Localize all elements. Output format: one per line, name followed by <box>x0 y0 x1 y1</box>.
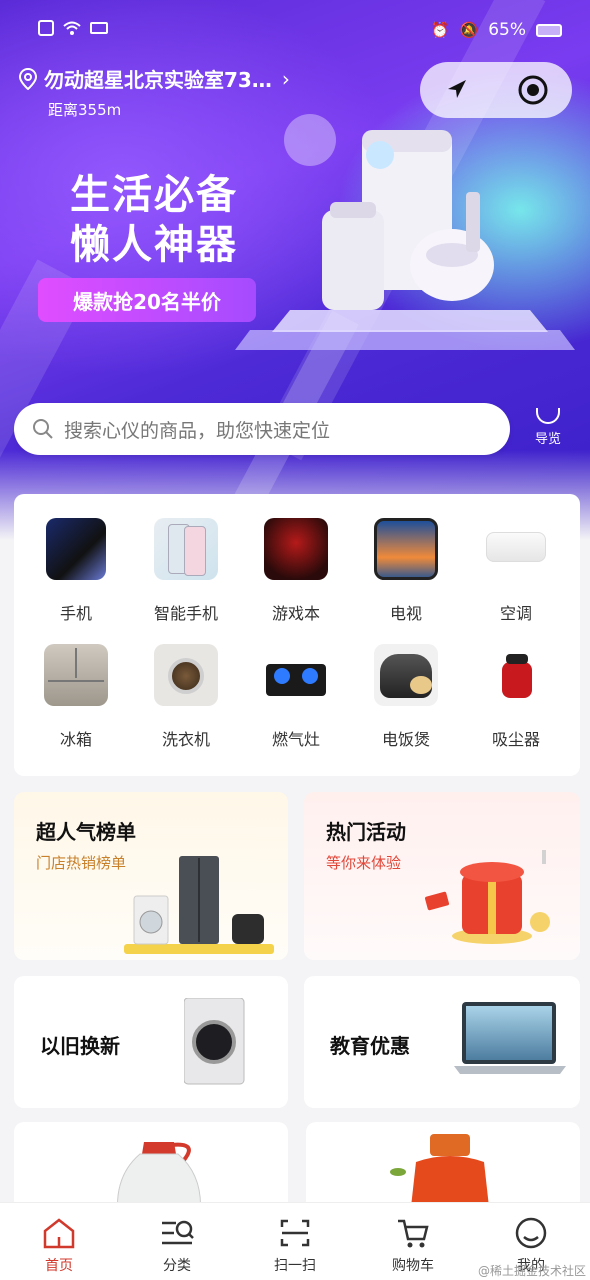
nav-scan[interactable]: 扫一扫 <box>236 1203 354 1280</box>
gaming-laptop-icon <box>264 518 328 580</box>
sim-icon <box>38 20 54 36</box>
guide-button[interactable]: 导览 <box>526 408 570 447</box>
home-icon <box>43 1218 75 1249</box>
scan-icon <box>280 1219 310 1247</box>
search-placeholder: 搜索心仪的商品，助您快速定位 <box>64 419 331 442</box>
nav-label: 首页 <box>45 1258 73 1274</box>
mute-icon: 🔕 <box>459 21 479 39</box>
banner-promo-button[interactable]: 爆款抢20名半价 <box>38 278 256 322</box>
cart-icon <box>398 1219 429 1248</box>
tv-icon <box>374 518 438 580</box>
category-label: 空调 <box>499 604 532 623</box>
category-label: 手机 <box>59 604 92 623</box>
category-label: 吸尘器 <box>491 730 540 749</box>
category-smartphone[interactable]: 智能手机 <box>131 518 241 624</box>
nav-home[interactable]: 首页 <box>0 1203 118 1280</box>
laptop-image <box>454 1002 566 1074</box>
vacuum-icon <box>484 644 548 706</box>
category-vacuum[interactable]: 吸尘器 <box>461 644 571 750</box>
category-label: 洗衣机 <box>161 730 210 749</box>
battery-percent: 65% <box>488 20 526 40</box>
banner-title-line1: 生活必备 <box>70 172 238 218</box>
smartphone-icon <box>154 518 218 580</box>
hero-action-pill <box>420 62 572 118</box>
ranking-card[interactable]: 超人气榜单 门店热销榜单 <box>14 792 288 960</box>
category-gas-stove[interactable]: 燃气灶 <box>241 644 351 750</box>
signal-icon <box>90 22 108 34</box>
navigation-arrow-icon[interactable] <box>444 77 470 103</box>
wifi-icon <box>63 21 81 35</box>
category-phone[interactable]: 手机 <box>21 518 131 624</box>
store-location[interactable]: 勿动超星北京实验室73… › 距离355m <box>18 64 290 120</box>
air-conditioner-icon <box>484 518 548 580</box>
ranking-subtitle: 门店热销榜单 <box>36 854 127 872</box>
alarm-icon: ⏰ <box>430 21 450 39</box>
location-pin-icon <box>18 67 38 90</box>
phone-icon <box>46 518 106 580</box>
category-label: 电饭煲 <box>381 730 430 749</box>
search-icon <box>33 419 53 439</box>
category-label: 冰箱 <box>59 730 92 749</box>
banner-title: 生活必备 懒人神器 <box>70 170 238 270</box>
washing-machine-image <box>184 998 245 1085</box>
education-card[interactable]: 教育优惠 <box>304 976 580 1108</box>
store-name: 勿动超星北京实验室73… <box>44 68 272 92</box>
store-distance: 距离355m <box>48 101 122 119</box>
gift-box-image <box>425 850 550 944</box>
watermark: @稀土掘金技术社区 <box>477 1264 586 1278</box>
category-air-conditioner[interactable]: 空调 <box>461 518 571 624</box>
category-rice-cooker[interactable]: 电饭煲 <box>351 644 461 750</box>
product-illustration <box>235 114 575 350</box>
oil-product-card[interactable] <box>14 1122 288 1212</box>
gas-stove-icon <box>264 644 328 706</box>
category-gaming-laptop[interactable]: 游戏本 <box>241 518 351 624</box>
category-fridge[interactable]: 冰箱 <box>21 644 131 750</box>
trade-in-title: 以旧换新 <box>40 1034 120 1058</box>
education-title: 教育优惠 <box>330 1034 410 1058</box>
chevron-right-icon: › <box>281 66 290 91</box>
fridge-icon <box>44 644 108 706</box>
events-title: 热门活动 <box>326 820 406 844</box>
nav-category[interactable]: 分类 <box>118 1203 236 1280</box>
category-tv[interactable]: 电视 <box>351 518 461 624</box>
guide-label: 导览 <box>534 432 561 447</box>
nav-label: 购物车 <box>392 1258 434 1274</box>
ranking-title: 超人气榜单 <box>36 820 136 844</box>
sauce-jar-image <box>390 1134 490 1212</box>
events-subtitle: 等你来体验 <box>326 854 402 872</box>
category-label: 智能手机 <box>153 604 218 623</box>
banner-title-line2: 懒人神器 <box>70 222 238 268</box>
events-card[interactable]: 热门活动 等你来体验 <box>304 792 580 960</box>
target-icon[interactable] <box>517 74 549 106</box>
nav-cart[interactable]: 购物车 <box>354 1203 472 1280</box>
trade-in-card[interactable]: 以旧换新 <box>14 976 288 1108</box>
hero-banner[interactable]: ⏰ 🔕 65% 勿动超星北京实验室73… › 距离355m 生活必备 懒人神器 … <box>0 0 590 540</box>
battery-icon <box>536 23 562 37</box>
oil-bottle-image <box>116 1142 202 1212</box>
washing-machine-icon <box>154 644 218 706</box>
category-label: 电视 <box>389 604 422 623</box>
nav-label: 扫一扫 <box>274 1258 316 1274</box>
category-icon <box>162 1220 194 1245</box>
guide-icon <box>536 408 560 424</box>
category-label: 游戏本 <box>271 604 320 623</box>
category-grid: 手机 智能手机 游戏本 电视 空调 冰箱 洗衣机 燃气灶 电饭煲 吸尘器 <box>14 494 580 776</box>
category-washing-machine[interactable]: 洗衣机 <box>131 644 241 750</box>
appliance-group-image <box>124 856 274 954</box>
profile-icon <box>515 1217 547 1249</box>
rice-cooker-icon <box>374 644 438 706</box>
search-bar[interactable]: 搜索心仪的商品，助您快速定位 <box>14 403 510 455</box>
status-bar: ⏰ 🔕 65% <box>0 0 590 60</box>
food-product-card[interactable] <box>306 1122 580 1212</box>
category-label: 燃气灶 <box>271 730 320 749</box>
nav-label: 分类 <box>163 1258 191 1274</box>
